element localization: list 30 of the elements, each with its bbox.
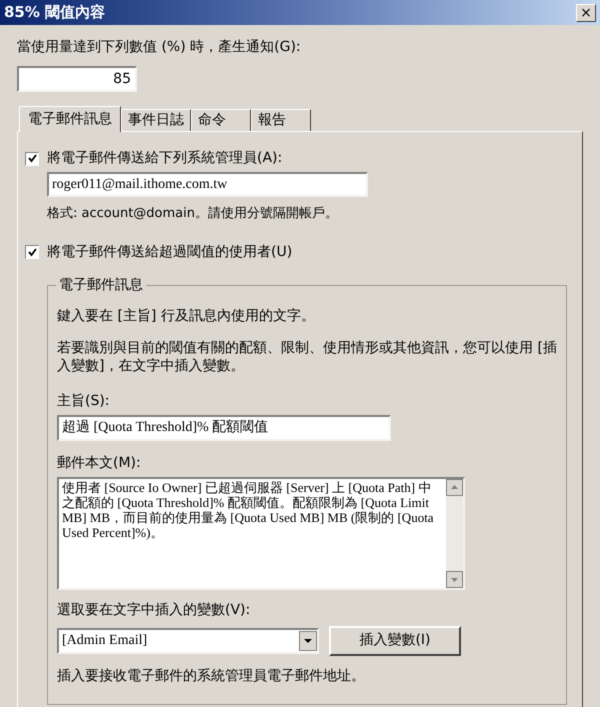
checkbox[interactable] [25, 245, 39, 259]
close-button[interactable]: × [576, 4, 596, 22]
variable-label: 選取要在文字中插入的變數(V): [57, 600, 252, 620]
checkbox[interactable] [25, 152, 39, 166]
group-title: 電子郵件訊息 [56, 276, 146, 294]
intro-text: 鍵入要在 [主旨] 行及訊息內使用的文字。 [57, 306, 316, 326]
checkmark-icon [28, 248, 36, 256]
scroll-up-icon[interactable] [446, 478, 463, 496]
variable-description: 插入要接收電子郵件的系統管理員電子郵件地址。 [57, 666, 366, 686]
format-hint: 格式: account@domain。請使用分號隔開帳戶。 [47, 205, 339, 223]
insert-variable-button[interactable]: 插入變數(I) [329, 626, 461, 656]
variable-dropdown[interactable]: [Admin Email] [57, 628, 319, 654]
tab[interactable]: 報告 [251, 109, 311, 131]
threshold-label: 當使用量達到下列數值 (%) 時，產生通知(G): [17, 38, 302, 57]
variables-note: 若要識別與目前的閾值有關的配額、限制、使用情形或其他資訊，您可以使用 [插入變數]，在文字中插入變數。 [57, 338, 558, 374]
scroll-down-icon[interactable] [446, 570, 463, 588]
tab[interactable]: 電子郵件訊息 [19, 106, 121, 132]
tab[interactable]: 命令 [191, 109, 251, 131]
admins-checkbox-label: 將電子郵件傳送給下列系統管理員(A): [47, 149, 282, 168]
body-textarea[interactable]: 使用者 [Source Io Owner] 已超過伺服器 [Server] 上 [Quota Path] 中之配額的 [Quota Threshold]% 配額閾值。配額限制為 [Quota Limit MB] MB，而目前的使用量為 [Quota Used MB] MB (限制的 [Quota Used Percent]%)。 [57, 476, 465, 590]
threshold-field[interactable]: 85 [17, 66, 137, 92]
admin-email-field[interactable]: roger011@mail.ithome.com.tw [47, 172, 368, 197]
checkmark-icon [28, 154, 36, 163]
subject-field[interactable]: 超過 [Quota Threshold]% 配額閾值 [57, 414, 391, 440]
user-checkbox-label: 將電子郵件傳送給超過閾值的使用者(U) [47, 242, 292, 262]
scrollbar[interactable] [446, 478, 463, 588]
tab[interactable]: 事件日誌 [121, 109, 191, 131]
window-title: 85% 閾值內容 [4, 2, 106, 24]
body-label: 郵件本文(M): [57, 454, 142, 472]
subject-label: 主旨(S): [57, 392, 111, 410]
